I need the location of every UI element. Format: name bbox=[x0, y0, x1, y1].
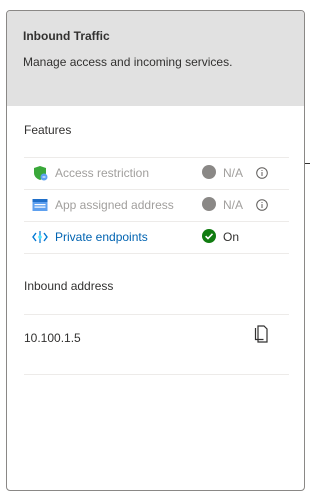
private-endpoint-icon bbox=[32, 229, 48, 245]
card-subtitle: Manage access and incoming services. bbox=[23, 55, 233, 69]
info-icon[interactable] bbox=[256, 166, 268, 179]
private-endpoints-link[interactable]: Private endpoints bbox=[55, 229, 148, 245]
copy-icon[interactable] bbox=[253, 325, 269, 343]
green-check-icon bbox=[202, 229, 216, 243]
gray-dot-icon bbox=[202, 165, 216, 179]
divider bbox=[24, 374, 289, 375]
feature-status: On bbox=[223, 230, 240, 244]
inbound-address-title: Inbound address bbox=[24, 279, 114, 293]
feature-row-app-assigned-address: App assigned address N/A bbox=[24, 189, 289, 221]
feature-row-private-endpoints: Private endpoints On bbox=[24, 221, 289, 253]
divider bbox=[24, 253, 289, 254]
feature-label: Access restriction bbox=[55, 166, 150, 180]
feature-status: N/A bbox=[223, 198, 244, 212]
inbound-address-value: 10.100.1.5 bbox=[24, 331, 81, 345]
card-header: Inbound Traffic Manage access and incomi… bbox=[7, 11, 304, 106]
card-title: Inbound Traffic bbox=[23, 29, 110, 43]
connector-line bbox=[305, 163, 310, 164]
app-address-icon bbox=[32, 197, 48, 213]
gray-dot-icon bbox=[202, 197, 216, 211]
feature-row-access-restriction: Access restriction N/A bbox=[24, 157, 289, 189]
feature-label: App assigned address bbox=[55, 198, 174, 212]
info-icon[interactable] bbox=[256, 198, 268, 211]
features-section-title: Features bbox=[24, 123, 72, 137]
shield-icon bbox=[32, 165, 48, 181]
divider bbox=[24, 314, 289, 315]
feature-status: N/A bbox=[223, 166, 244, 180]
